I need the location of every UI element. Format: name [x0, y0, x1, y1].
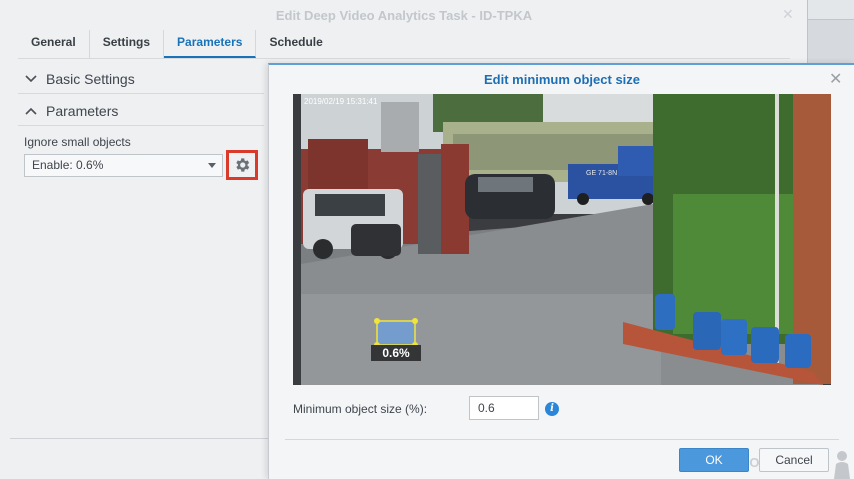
tab-schedule[interactable]: Schedule — [256, 30, 335, 58]
dropdown-arrow-icon — [208, 163, 216, 168]
truck-plate: GE 71-8N — [586, 170, 617, 177]
camera-preview: GE 71-8N 2019/02/19 15:31:41 0.6% — [293, 94, 831, 385]
tab-divider — [18, 58, 790, 59]
section-basic-settings-label: Basic Settings — [46, 70, 135, 87]
ignore-small-objects-select[interactable]: Enable: 0.6% — [24, 154, 223, 177]
section-parameters-label: Parameters — [46, 102, 119, 119]
chevron-down-icon — [24, 72, 38, 86]
dialog-footer-divider — [285, 439, 839, 440]
tab-bar: General Settings Parameters Schedule — [18, 30, 336, 58]
ok-button[interactable]: OK — [679, 448, 749, 472]
info-icon[interactable]: i — [545, 402, 559, 416]
tab-general[interactable]: General — [18, 30, 90, 58]
close-icon[interactable]: ✕ — [829, 69, 842, 89]
close-icon[interactable]: ✕ — [782, 6, 794, 23]
min-size-settings-button[interactable] — [226, 150, 258, 180]
dialog-title: Edit minimum object size — [483, 72, 641, 87]
tab-parameters[interactable]: Parameters — [164, 30, 257, 58]
window-title: Edit Deep Video Analytics Task - ID-TPKA — [275, 8, 533, 23]
min-size-box[interactable] — [374, 318, 418, 348]
section-parameters[interactable]: Parameters — [18, 96, 264, 126]
tab-settings[interactable]: Settings — [90, 30, 165, 58]
chevron-up-icon — [24, 104, 38, 118]
min-size-input[interactable]: 0.6 — [469, 396, 539, 420]
edit-min-size-dialog: Edit minimum object size ✕ GE 71-8N 2019… — [268, 63, 854, 479]
gear-icon — [236, 158, 250, 172]
section-basic-settings[interactable]: Basic Settings — [18, 64, 264, 94]
ignore-small-objects-label: Ignore small objects — [24, 135, 131, 149]
video-timestamp: 2019/02/19 15:31:41 — [304, 97, 378, 106]
camera-scene: GE 71-8N 2019/02/19 15:31:41 0.6% — [293, 94, 831, 385]
footer-divider — [10, 438, 270, 439]
ignore-small-objects-value: Enable: 0.6% — [32, 158, 104, 172]
background-window-edge — [808, 0, 854, 20]
min-size-label: Minimum object size (%): — [293, 402, 428, 416]
watermark-figure-icon — [834, 451, 850, 479]
min-size-box-label: 0.6% — [382, 346, 410, 360]
cancel-button[interactable]: Cancel — [759, 448, 829, 472]
